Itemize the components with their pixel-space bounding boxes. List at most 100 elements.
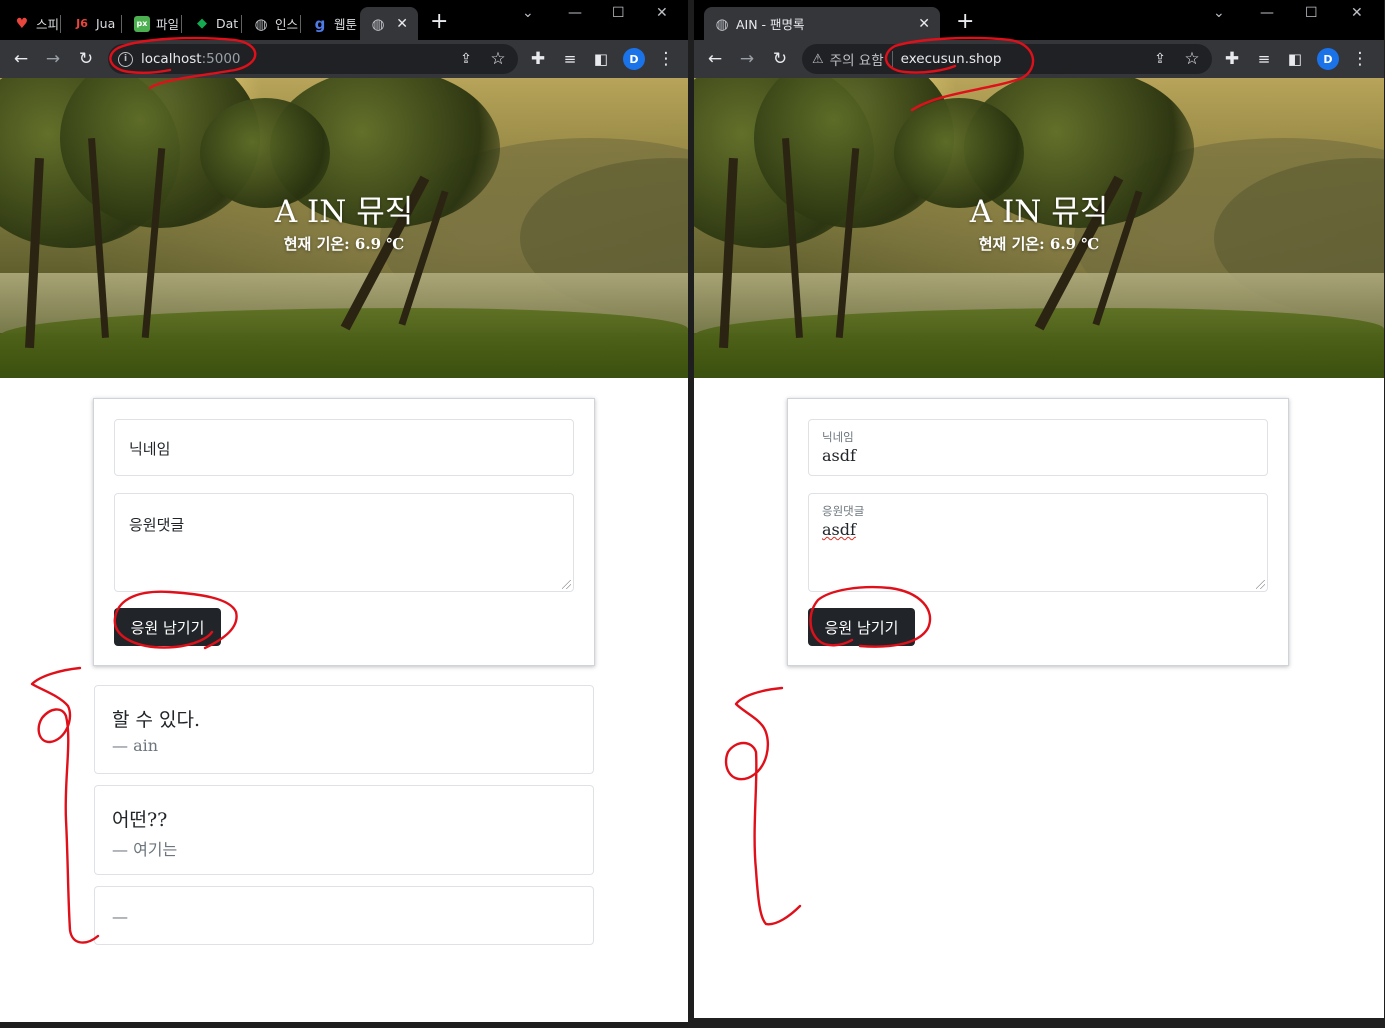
comment-card: — [94, 886, 594, 945]
resize-handle-icon[interactable] [562, 580, 571, 589]
extensions-icon[interactable]: ✚ [1221, 49, 1243, 69]
tab-label: AIN - 팬명록 [736, 17, 805, 32]
back-icon[interactable]: ← [10, 49, 32, 69]
minimize-icon[interactable]: — [1260, 5, 1274, 21]
desktop: ♥ 스피 J6 Jua px 파일 ◆ Dat ◍ 인스 g 웹툰 ◍ ✕ + … [0, 0, 1385, 1028]
tab-label: 스피 [36, 17, 60, 32]
close-tab-icon[interactable]: ✕ [918, 16, 930, 32]
browser-toolbar: ← → ↻ ⚠ 주의 요함 execusun.shop ⇪ ☆ ✚ ≡ ◧ D … [694, 40, 1384, 78]
comment-author: — [112, 907, 128, 926]
leaf-icon: ◆ [197, 16, 207, 31]
browser-toolbar: ← → ↻ i localhost:5000 ⇪ ☆ ✚ ≡ ◧ D ⋮ [0, 40, 688, 78]
close-window-icon[interactable]: ✕ [1351, 5, 1363, 21]
browser-window-right: ◍ AIN - 팬명록 ✕ + ⌄ — ☐ ✕ ← → ↻ ⚠ 주의 요함 ex… [694, 0, 1384, 1022]
nickname-label: 닉네임 [822, 430, 854, 444]
page-content: A IN 뮤직 현재 기온: 6.9 ℃ 닉네임 asdf 응원댓글 asdf … [694, 78, 1384, 1022]
reload-icon[interactable]: ↻ [75, 49, 97, 69]
media-queue-icon[interactable]: ≡ [1253, 49, 1275, 69]
address-host: execusun.shop [900, 51, 1002, 67]
heart-icon: ♥ [15, 15, 29, 32]
page-content: A IN 뮤직 현재 기온: 6.9 ℃ 닉네임 응원댓글 응원 남기기 할 수… [0, 78, 688, 1022]
tab-1[interactable]: ♥ 스피 [4, 7, 61, 40]
nickname-placeholder: 닉네임 [129, 440, 171, 458]
tab-3[interactable]: px 파일 [124, 7, 182, 40]
comment-quote: 어떤?? [112, 809, 168, 831]
globe-icon: ◍ [371, 14, 385, 33]
warning-icon[interactable]: ⚠ [812, 52, 824, 67]
forward-icon[interactable]: → [42, 49, 64, 69]
tab-5[interactable]: ◍ 인스 [243, 7, 301, 40]
maximize-icon[interactable]: ☐ [1305, 5, 1318, 21]
comment-placeholder: 응원댓글 [129, 516, 185, 534]
comment-author: — 여기는 [112, 840, 178, 859]
side-panel-icon[interactable]: ◧ [1284, 49, 1306, 69]
px-icon: px [134, 15, 150, 32]
tab-label: 인스 [275, 17, 299, 32]
profile-avatar[interactable]: D [1317, 48, 1339, 70]
extensions-icon[interactable]: ✚ [527, 49, 549, 69]
page-title: A IN 뮤직 [274, 194, 414, 230]
tab-active[interactable]: ◍ ✕ [360, 7, 418, 40]
share-icon[interactable]: ⇪ [1149, 49, 1171, 69]
tab-strip: ◍ AIN - 팬명록 ✕ + ⌄ — ☐ ✕ [694, 0, 1384, 40]
tab-active[interactable]: ◍ AIN - 팬명록 ✕ [704, 7, 940, 40]
resize-handle-icon[interactable] [1256, 580, 1265, 589]
nickname-input[interactable]: 닉네임 asdf [808, 419, 1268, 476]
profile-avatar[interactable]: D [623, 48, 645, 70]
weather-text: 현재 기온: 6.9 ℃ [283, 235, 405, 253]
media-queue-icon[interactable]: ≡ [559, 49, 581, 69]
comment-form: 닉네임 응원댓글 응원 남기기 [93, 398, 595, 666]
new-tab-icon[interactable]: + [956, 10, 974, 34]
reload-icon[interactable]: ↻ [769, 49, 791, 69]
comment-textarea[interactable]: 응원댓글 asdf [808, 493, 1268, 592]
nickname-input[interactable]: 닉네임 [114, 419, 574, 476]
side-panel-icon[interactable]: ◧ [590, 49, 612, 69]
maximize-icon[interactable]: ☐ [612, 5, 625, 21]
browser-window-left: ♥ 스피 J6 Jua px 파일 ◆ Dat ◍ 인스 g 웹툰 ◍ ✕ + … [0, 0, 688, 1022]
page-title: A IN 뮤직 [969, 194, 1109, 230]
tab-2[interactable]: J6 Jua [64, 7, 122, 40]
back-icon[interactable]: ← [704, 49, 726, 69]
tab-label: Jua [96, 16, 116, 31]
submit-comment-button[interactable]: 응원 남기기 [114, 608, 221, 646]
globe-icon: ◍ [715, 14, 729, 33]
comment-label: 응원댓글 [822, 504, 865, 518]
jua-logo-icon: J6 [76, 17, 88, 30]
new-tab-icon[interactable]: + [430, 10, 448, 34]
globe-icon: ◍ [254, 14, 268, 33]
menu-icon[interactable]: ⋮ [1349, 49, 1371, 69]
comment-value: asdf [822, 520, 856, 539]
address-port: :5000 [201, 51, 241, 67]
g-icon: g [314, 14, 326, 33]
warning-label[interactable]: 주의 요함 [830, 49, 884, 69]
tab-6[interactable]: g 웹툰 [302, 7, 360, 40]
tab-search-icon[interactable]: ⌄ [522, 5, 534, 21]
hero-banner: A IN 뮤직 현재 기온: 6.9 ℃ [694, 78, 1384, 378]
comment-card: 어떤?? — 여기는 [94, 785, 594, 875]
menu-icon[interactable]: ⋮ [655, 49, 677, 69]
comment-form: 닉네임 asdf 응원댓글 asdf 응원 남기기 [787, 398, 1289, 666]
info-icon[interactable]: i [118, 51, 133, 67]
comment-card: 할 수 있다. — ain [94, 685, 594, 774]
comment-quote: 할 수 있다. [112, 709, 201, 731]
comment-textarea[interactable]: 응원댓글 [114, 493, 574, 592]
tab-label: 웹툰 [334, 17, 358, 32]
share-icon[interactable]: ⇪ [455, 49, 477, 69]
tab-4[interactable]: ◆ Dat [184, 7, 242, 40]
submit-comment-button[interactable]: 응원 남기기 [808, 608, 915, 646]
tab-search-icon[interactable]: ⌄ [1213, 5, 1225, 21]
weather-text: 현재 기온: 6.9 ℃ [978, 235, 1100, 253]
tab-label: 파일 [156, 17, 180, 32]
address-host: localhost [141, 51, 202, 67]
bookmark-star-icon[interactable]: ☆ [487, 49, 509, 69]
close-window-icon[interactable]: ✕ [656, 5, 668, 21]
bookmark-star-icon[interactable]: ☆ [1181, 49, 1203, 69]
background-terminal-strip [688, 1018, 1385, 1028]
nickname-value: asdf [822, 446, 856, 465]
close-tab-icon[interactable]: ✕ [396, 16, 408, 32]
hero-banner: A IN 뮤직 현재 기온: 6.9 ℃ [0, 78, 688, 378]
forward-icon[interactable]: → [736, 49, 758, 69]
minimize-icon[interactable]: — [568, 5, 582, 21]
tab-strip: ♥ 스피 J6 Jua px 파일 ◆ Dat ◍ 인스 g 웹툰 ◍ ✕ + … [0, 0, 688, 40]
tab-label: Dat [216, 16, 239, 31]
